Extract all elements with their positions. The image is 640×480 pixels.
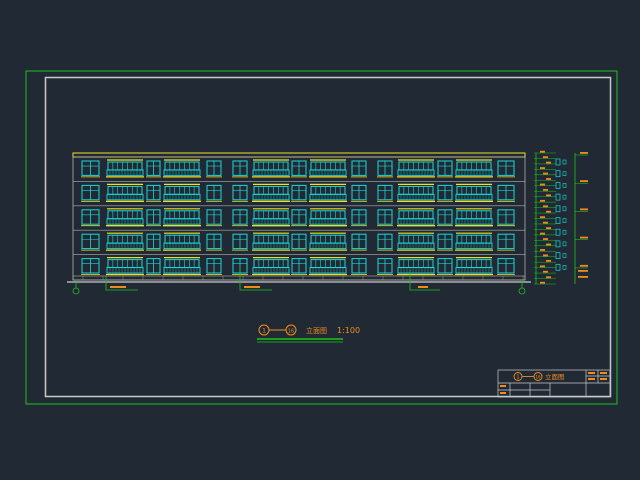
dimension-value-stub <box>546 227 551 230</box>
dimension-value-stub <box>540 232 545 235</box>
section-opening <box>562 183 567 188</box>
section-dimension-column <box>534 150 588 285</box>
leader-text-stubs <box>110 286 428 288</box>
section-opening <box>562 194 567 200</box>
section-window <box>555 182 561 189</box>
dimension-value-stub <box>540 281 545 284</box>
section-window <box>555 252 561 259</box>
dimension-value-stub <box>546 194 551 197</box>
dimension-value-stub <box>546 276 551 279</box>
section-window <box>555 217 561 224</box>
elevation-tag-value <box>578 276 588 278</box>
dimension-value-stub <box>540 199 545 202</box>
dimension-value-stub <box>543 270 548 273</box>
elevation-tag-value <box>580 264 588 267</box>
section-window <box>555 240 561 248</box>
dimension-value-stub <box>543 189 548 191</box>
drawing-scale: 1:100 <box>337 326 360 335</box>
dimension-value-stub <box>546 210 551 213</box>
section-window <box>555 170 561 178</box>
title-block-number-start: 1 <box>516 375 519 381</box>
section-opening <box>562 241 567 247</box>
roof-parapet <box>72 152 526 158</box>
dimension-value-stub <box>543 172 548 175</box>
building-elevation <box>67 152 531 283</box>
dimension-value-stub <box>540 183 545 186</box>
title-block-sheet-name: 立面图 <box>545 372 565 381</box>
section-opening <box>562 171 567 176</box>
dimension-value-stub <box>546 259 551 262</box>
dimension-value-stub <box>546 161 551 164</box>
outer-border <box>25 70 618 405</box>
section-window <box>555 228 561 236</box>
elevation-tag-value <box>580 208 588 211</box>
title-number-start: 1 <box>262 328 266 335</box>
drawing-title: 1 16 立面图 1:100 <box>257 324 360 343</box>
section-window <box>555 158 561 166</box>
dimension-value-stub <box>543 205 548 208</box>
section-opening <box>562 159 567 165</box>
section-window <box>555 193 561 201</box>
section-opening <box>562 206 567 212</box>
section-window <box>555 263 561 271</box>
leader-annotations <box>105 268 440 291</box>
dimension-value-stub <box>540 167 545 169</box>
elevation-tag-value <box>580 236 588 239</box>
dimension-value-stub <box>540 265 545 268</box>
dimension-value-stub <box>543 238 548 240</box>
section-opening <box>562 229 567 235</box>
dimension-value-stub <box>540 249 545 251</box>
elevation-tag-value <box>578 270 588 272</box>
dimension-value-stub <box>540 150 545 153</box>
dimension-value-stub <box>546 243 551 246</box>
inner-border <box>44 76 612 398</box>
elevation-tag-value <box>580 152 588 154</box>
dimension-value-stub <box>543 254 548 257</box>
section-opening <box>562 264 567 270</box>
dimension-value-stub <box>543 156 548 159</box>
section-window <box>555 205 561 213</box>
section-opening <box>562 218 567 223</box>
dimension-value-stub <box>543 221 548 224</box>
title-block-number-end: 16 <box>535 375 541 380</box>
section-opening <box>562 253 567 258</box>
title-number-end: 16 <box>288 329 294 335</box>
cad-drawing-canvas: 1 16 立面图 1:100 1 16 立面图 <box>25 70 618 405</box>
drawing-title-text: 立面图 <box>306 326 327 335</box>
dimension-value-stub <box>540 216 545 219</box>
elevation-tag-value <box>580 180 588 183</box>
base-course <box>72 275 526 281</box>
dimension-value-stub <box>546 178 551 180</box>
